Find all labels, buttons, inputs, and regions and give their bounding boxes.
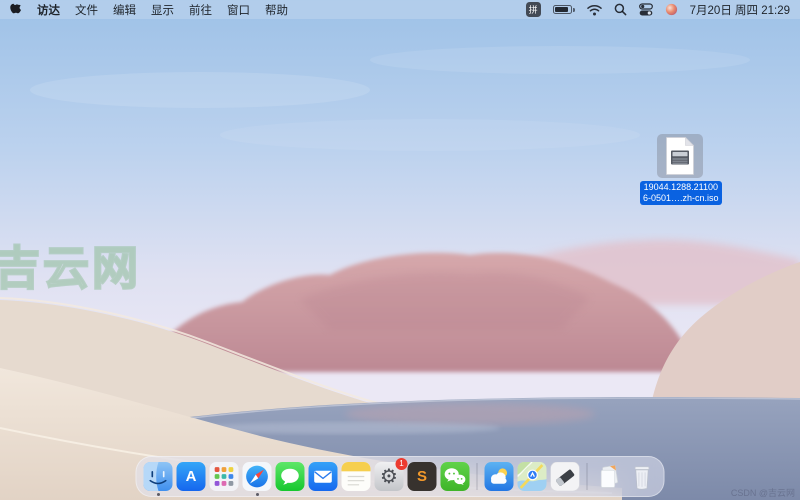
control-center-icon[interactable] <box>639 3 653 16</box>
safari-icon <box>243 462 272 491</box>
dock-item-wechat[interactable] <box>441 462 470 491</box>
dock-item-app-store[interactable]: A <box>177 462 206 491</box>
spotlight-search-icon[interactable] <box>614 3 627 16</box>
menu-edit[interactable]: 编辑 <box>113 2 136 18</box>
dock-item-downloads-stack[interactable] <box>595 462 624 491</box>
corner-watermark: CSDN @吉云网 <box>731 486 795 499</box>
iso-document-icon <box>664 137 696 175</box>
menu-bar-clock[interactable]: 7月20日 周四 21:29 <box>690 2 790 18</box>
input-method-icon[interactable]: 拼 <box>526 2 541 17</box>
wechat-icon <box>441 462 470 491</box>
dock-separator <box>477 463 478 490</box>
battery-icon[interactable] <box>553 5 575 14</box>
dock-item-trash[interactable] <box>628 462 657 491</box>
mail-icon <box>309 462 338 491</box>
dock-item-maps[interactable] <box>518 462 547 491</box>
maps-icon <box>518 462 547 491</box>
dock-item-weather[interactable] <box>485 462 514 491</box>
dock-item-launchpad[interactable] <box>210 462 239 491</box>
finder-icon <box>144 462 173 491</box>
dock-item-mail[interactable] <box>309 462 338 491</box>
weather-icon <box>485 462 514 491</box>
menu-file[interactable]: 文件 <box>75 2 98 18</box>
dock-item-eraser-utility[interactable] <box>551 462 580 491</box>
menu-go[interactable]: 前往 <box>189 2 212 18</box>
dock-item-sublime-text[interactable]: S <box>408 462 437 491</box>
file-selection-tile <box>657 134 703 178</box>
dock-item-messages[interactable] <box>276 462 305 491</box>
active-app-menu[interactable]: 访达 <box>37 2 60 18</box>
dock-item-finder[interactable] <box>144 462 173 491</box>
dock-separator <box>587 463 588 490</box>
dock-item-notes[interactable] <box>342 462 371 491</box>
siri-icon[interactable] <box>665 3 678 16</box>
eraser-app-icon <box>551 462 580 491</box>
wifi-icon[interactable] <box>587 4 602 16</box>
downloads-stack-icon <box>595 462 624 491</box>
desktop-file-iso[interactable]: 19044.1288.21100 6-0501….zh-cn.iso <box>640 134 720 205</box>
dock: A <box>136 456 665 497</box>
menu-bar: 访达 文件 编辑 显示 前往 窗口 帮助 拼 <box>0 0 800 19</box>
menu-help[interactable]: 帮助 <box>265 2 288 18</box>
apple-menu-icon[interactable] <box>10 3 22 17</box>
running-indicator <box>157 493 160 496</box>
messages-icon <box>276 462 305 491</box>
menu-view[interactable]: 显示 <box>151 2 174 18</box>
trash-icon <box>628 462 657 491</box>
app-store-icon <box>177 462 206 491</box>
notification-badge: 1 <box>396 458 408 470</box>
notes-icon <box>342 462 371 491</box>
running-indicator <box>256 493 259 496</box>
dock-item-system-settings[interactable]: ⚙ 1 <box>375 462 404 491</box>
launchpad-icon <box>210 462 239 491</box>
desktop-wallpaper <box>0 0 800 500</box>
dock-item-safari[interactable] <box>243 462 272 491</box>
menu-window[interactable]: 窗口 <box>227 2 250 18</box>
file-name-label: 19044.1288.21100 6-0501….zh-cn.iso <box>640 181 722 205</box>
sublime-text-icon <box>408 462 437 491</box>
